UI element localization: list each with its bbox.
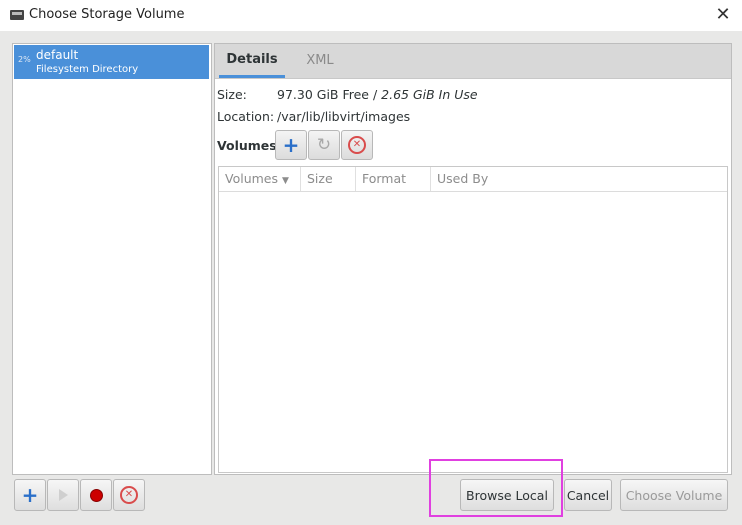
- add-volume-button[interactable]: +: [275, 130, 307, 160]
- size-value: 97.30 GiB Free / 2.65 GiB In Use: [277, 87, 478, 102]
- tab-xml[interactable]: XML: [293, 44, 347, 78]
- size-separator: /: [369, 87, 382, 102]
- column-header-volumes[interactable]: Volumes ▼: [219, 167, 301, 191]
- close-icon[interactable]: ✕: [712, 4, 734, 26]
- choose-volume-button[interactable]: Choose Volume: [620, 479, 728, 511]
- delete-icon: ✕: [348, 136, 366, 154]
- storage-pool-list: 2% default Filesystem Directory: [12, 43, 212, 475]
- location-value: /var/lib/libvirt/images: [277, 109, 411, 124]
- browse-local-button[interactable]: Browse Local: [460, 479, 554, 511]
- location-label: Location:: [217, 109, 275, 124]
- volumes-table[interactable]: Volumes ▼ Size Format Used By: [218, 166, 728, 473]
- sort-down-icon: ▼: [282, 176, 289, 186]
- add-pool-button[interactable]: +: [14, 479, 46, 511]
- column-header-used-by[interactable]: Used By: [431, 167, 727, 191]
- size-free: 97.30 GiB Free: [277, 87, 369, 102]
- size-label: Size:: [217, 87, 247, 102]
- size-in-use: 2.65 GiB In Use: [381, 87, 478, 102]
- cancel-button[interactable]: Cancel: [564, 479, 612, 511]
- bottom-toolbar: + ✕ Browse Local Cancel Choose Volume: [12, 477, 732, 515]
- stop-pool-button[interactable]: [80, 479, 112, 511]
- refresh-icon: ↻: [316, 135, 332, 155]
- pool-name: default: [36, 48, 79, 62]
- table-header: Volumes ▼ Size Format Used By: [219, 167, 727, 192]
- tab-bar: Details XML: [215, 44, 731, 79]
- column-header-format[interactable]: Format: [356, 167, 431, 191]
- refresh-volumes-button[interactable]: ↻: [308, 130, 340, 160]
- delete-icon: ✕: [120, 486, 138, 504]
- delete-volume-button[interactable]: ✕: [341, 130, 373, 160]
- pool-usage-percent: 2%: [18, 55, 31, 64]
- pool-type: Filesystem Directory: [36, 64, 139, 75]
- title-bar: Choose Storage Volume ✕: [0, 0, 742, 31]
- play-icon: [58, 489, 68, 501]
- virt-manager-icon: [10, 10, 24, 20]
- plus-icon: +: [282, 133, 300, 157]
- tab-details[interactable]: Details: [219, 44, 285, 78]
- window-title: Choose Storage Volume: [29, 7, 185, 22]
- column-header-size[interactable]: Size: [301, 167, 356, 191]
- pool-item-default[interactable]: 2% default Filesystem Directory: [14, 45, 209, 79]
- dialog-body: 2% default Filesystem Directory Details …: [0, 31, 742, 525]
- delete-pool-button[interactable]: ✕: [113, 479, 145, 511]
- volumes-label: Volumes: [217, 138, 277, 153]
- plus-icon: +: [21, 483, 39, 507]
- record-icon: [89, 488, 103, 502]
- start-pool-button[interactable]: [47, 479, 79, 511]
- pool-details-pane: Details XML Size: 97.30 GiB Free / 2.65 …: [214, 43, 732, 475]
- column-volumes-label: Volumes: [225, 171, 279, 186]
